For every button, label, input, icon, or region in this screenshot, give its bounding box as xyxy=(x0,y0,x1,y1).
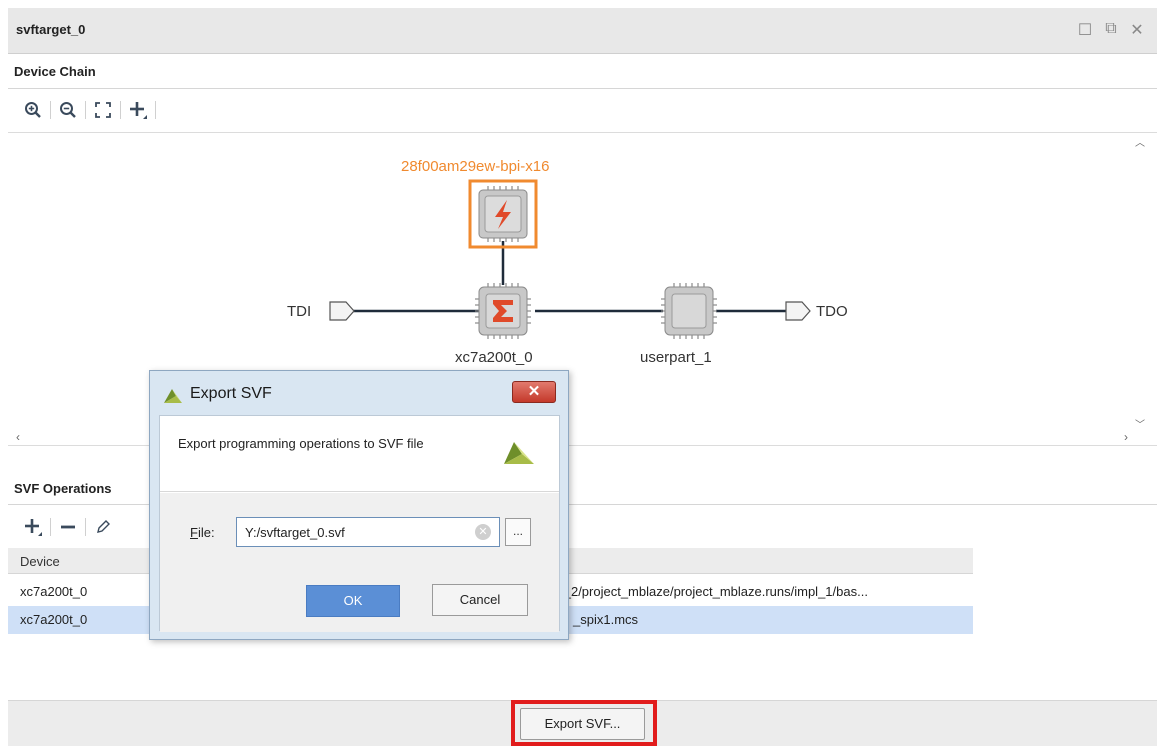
tdi-port-icon xyxy=(329,301,355,321)
svf-operations-toolbar xyxy=(20,514,116,540)
export-svf-dialog: Export SVF ✕ Export programming operatio… xyxy=(149,370,569,640)
fpga-chip-icon xyxy=(475,283,531,339)
edit-operation-icon[interactable] xyxy=(90,514,116,540)
cancel-button[interactable]: Cancel xyxy=(432,584,528,616)
zoom-out-icon[interactable] xyxy=(55,97,81,123)
scroll-up-icon[interactable]: ︿ xyxy=(1135,134,1145,149)
divider xyxy=(8,88,1157,89)
zoom-in-icon[interactable] xyxy=(20,97,46,123)
close-icon[interactable]: ✕ xyxy=(1129,20,1145,40)
row-file: _spix1.mcs xyxy=(573,612,639,627)
flash-chip-icon xyxy=(478,186,528,242)
tdi-label: TDI xyxy=(287,303,312,320)
ok-button[interactable]: OK xyxy=(306,585,400,617)
window-title: svftarget_0 xyxy=(16,22,86,37)
dialog-close-button[interactable]: ✕ xyxy=(512,381,556,403)
svf-operations-label: SVF Operations xyxy=(14,481,112,496)
userpart-chip-icon xyxy=(661,283,717,339)
row-device: xc7a200t_0 xyxy=(20,584,88,599)
vertical-scrollbar[interactable]: ︿ ﹀ xyxy=(1133,134,1149,431)
toolbar-separator xyxy=(120,101,121,119)
column-header-device[interactable]: Device xyxy=(20,554,60,569)
row-device: xc7a200t_0 xyxy=(20,612,88,627)
row-file: sh_2/project_mblaze/project_mblaze.runs/… xyxy=(550,584,868,599)
toolbar-separator xyxy=(155,101,156,119)
dialog-form: File: ✕ ... OK Cancel xyxy=(160,493,559,632)
highlight-annotation xyxy=(511,700,657,746)
file-label-text: ile: xyxy=(197,525,215,540)
window-title-bar: svftarget_0 ☐ ⧉ ✕ xyxy=(8,8,1157,54)
restore-icon[interactable]: ⧉ xyxy=(1103,20,1119,40)
toolbar-separator xyxy=(85,101,86,119)
add-operation-icon[interactable] xyxy=(20,514,46,540)
vivado-logo-icon xyxy=(164,389,182,403)
file-path-input[interactable] xyxy=(236,517,500,547)
flash-device-label[interactable]: 28f00am29ew-bpi-x16 xyxy=(401,158,549,175)
device-chain-toolbar xyxy=(20,97,160,123)
file-field-label: File: xyxy=(190,525,215,540)
toolbar-separator xyxy=(50,101,51,119)
dialog-body: Export programming operations to SVF fil… xyxy=(159,415,560,632)
scroll-right-icon[interactable]: › xyxy=(1124,430,1128,444)
tdo-port-icon xyxy=(785,301,811,321)
dialog-title-bar[interactable]: Export SVF ✕ xyxy=(150,371,568,415)
vivado-logo-icon xyxy=(504,442,534,464)
fpga-device-label[interactable]: xc7a200t_0 xyxy=(455,349,533,366)
file-label-mnemonic: F xyxy=(190,525,198,540)
dialog-message: Export programming operations to SVF fil… xyxy=(178,436,424,451)
toolbar-separator xyxy=(85,518,86,536)
scroll-left-icon[interactable]: ‹ xyxy=(16,430,20,444)
add-icon[interactable] xyxy=(125,97,151,123)
scroll-down-icon[interactable]: ﹀ xyxy=(1135,416,1145,431)
browse-button[interactable]: ... xyxy=(505,518,531,546)
window-controls: ☐ ⧉ ✕ xyxy=(1077,20,1145,40)
toolbar-separator xyxy=(50,518,51,536)
maximize-icon[interactable]: ☐ xyxy=(1077,20,1093,40)
userpart-device-label[interactable]: userpart_1 xyxy=(640,349,712,366)
device-chain-label: Device Chain xyxy=(14,64,96,79)
dialog-banner: Export programming operations to SVF fil… xyxy=(160,416,559,492)
remove-operation-icon[interactable] xyxy=(55,514,81,540)
tdo-label: TDO xyxy=(816,303,848,320)
dialog-title: Export SVF xyxy=(190,385,272,402)
clear-icon[interactable]: ✕ xyxy=(475,524,491,540)
fit-icon[interactable] xyxy=(90,97,116,123)
